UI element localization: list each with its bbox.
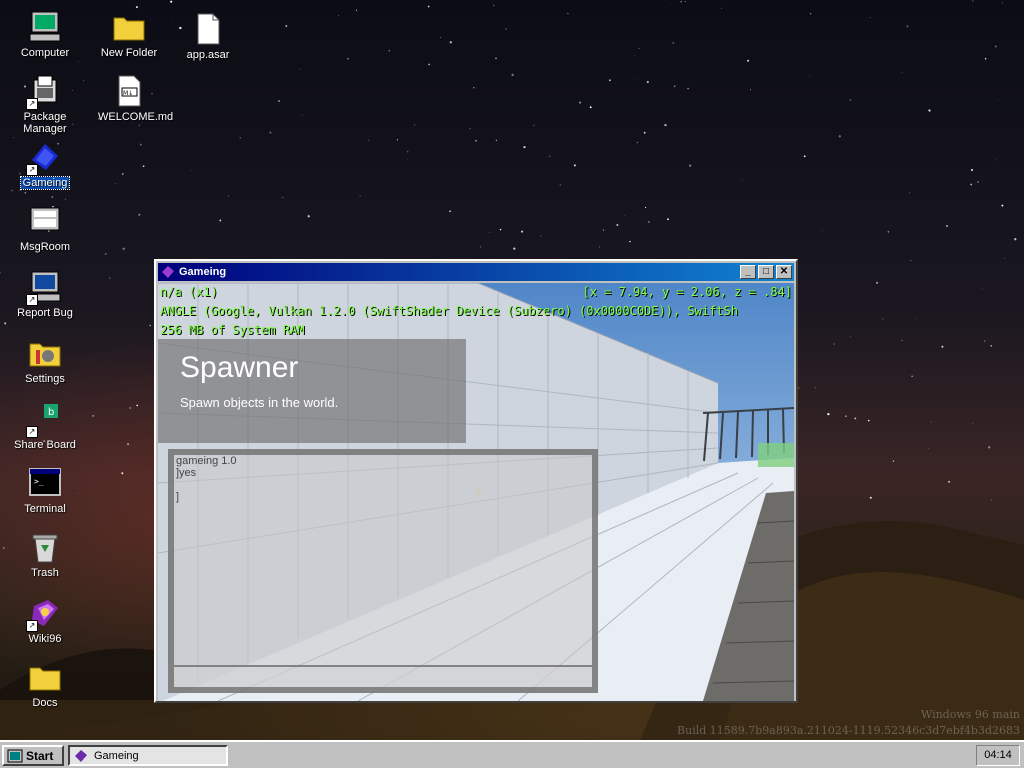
desktop-icon-label: MsgRoom — [19, 241, 71, 253]
renderer-label: n/a (x1) — [160, 285, 218, 299]
desktop-icon-gameing[interactable]: ↗ Gameing — [7, 140, 83, 190]
desktop-icon-app-asar[interactable]: app.asar — [170, 12, 246, 61]
window-title: Gameing — [179, 266, 227, 278]
desktop-icon-label: Computer — [20, 47, 70, 59]
gameing-window[interactable]: Gameing _ □ ✕ n/a (x1) [x = 7.94, y = 2.… — [154, 259, 798, 703]
file-icon — [191, 12, 225, 46]
shortcut-arrow-icon: ↗ — [26, 426, 38, 438]
settings-icon — [28, 336, 62, 370]
desktop-icon-label: Package Manager — [23, 111, 67, 135]
gpu-info: ANGLE (Google, Vulkan 1.2.0 (SwiftShader… — [160, 304, 738, 318]
taskbar: Start Gameing 04:14 — [0, 740, 1024, 768]
gameing-app-icon — [75, 749, 87, 762]
desktop-icon-label: app.asar — [186, 49, 230, 61]
msgroom-icon — [28, 204, 62, 238]
spawner-subtitle: Spawn objects in the world. — [180, 395, 339, 410]
desktop-icon-terminal[interactable]: >_ Terminal — [7, 466, 83, 515]
maximize-button[interactable]: □ — [758, 265, 774, 279]
desktop-icon-label: Terminal — [24, 503, 66, 515]
folder-icon — [112, 10, 146, 44]
memory-info: 256 MB of System RAM — [160, 323, 305, 337]
console-line: ] — [176, 491, 180, 503]
game-viewport[interactable]: n/a (x1) [x = 7.94, y = 2.06, z = .84] A… — [158, 283, 794, 701]
desktop-icon-msgroom[interactable]: MsgRoom — [7, 204, 83, 253]
spawner-panel[interactable]: Spawner Spawn objects in the world. — [158, 339, 466, 443]
start-button[interactable]: Start — [2, 745, 64, 766]
svg-text:>_: >_ — [34, 477, 44, 486]
taskbar-item-gameing[interactable]: Gameing — [68, 745, 228, 766]
console-panel[interactable]: gameing 1.0 ]yes ] — [168, 449, 598, 693]
taskbar-item-label: Gameing — [94, 749, 139, 762]
desktop-icon-computer[interactable]: Computer — [7, 10, 83, 59]
desktop-icon-label: Trash — [31, 567, 59, 579]
shortcut-arrow-icon: ↗ — [26, 620, 38, 632]
desktop-icon-docs[interactable]: Docs — [7, 660, 83, 709]
wiki-icon: ↗ — [26, 596, 62, 632]
desktop-icon-report-bug[interactable]: ↗ Report Bug — [7, 270, 83, 319]
console-input[interactable] — [174, 665, 592, 687]
desktop-icon-label: Wiki96 — [28, 633, 62, 645]
computer-icon — [28, 10, 62, 44]
coordinates-readout: [x = 7.94, y = 2.06, z = .84] — [582, 285, 792, 299]
desktop-icon-label: Share Board — [14, 439, 76, 451]
package-manager-icon: ↗ — [26, 74, 62, 110]
desktop-icon-share-board[interactable]: b ↗ Share Board — [7, 402, 83, 451]
shortcut-arrow-icon: ↗ — [26, 98, 38, 110]
desktop-icon-trash[interactable]: Trash — [7, 530, 83, 579]
desktop-icon-label: WELCOME.md — [98, 111, 174, 123]
desktop-icon-new-folder[interactable]: New Folder — [91, 10, 167, 59]
shortcut-arrow-icon: ↗ — [26, 164, 38, 176]
desktop-icon-wiki96[interactable]: ↗ Wiki96 — [7, 596, 83, 645]
window-titlebar[interactable]: Gameing _ □ ✕ — [158, 263, 794, 281]
share-board-icon: b ↗ — [26, 402, 62, 438]
spawner-heading: Spawner — [180, 351, 299, 384]
gameing-icon: ↗ — [26, 140, 62, 176]
desktop-icon-welcome-md[interactable]: M↓ WELCOME.md — [91, 74, 174, 123]
start-label: Start — [26, 748, 54, 763]
close-button[interactable]: ✕ — [776, 265, 792, 279]
markdown-file-icon: M↓ — [112, 74, 146, 108]
minimize-button[interactable]: _ — [740, 265, 756, 279]
gameing-app-icon — [162, 266, 174, 278]
desktop-icon-label: Settings — [25, 373, 65, 385]
folder-icon — [28, 660, 62, 694]
svg-text:M↓: M↓ — [123, 90, 133, 97]
os-build-watermark: Build 11589.7b9a893a.211024-1119.52346c3… — [677, 724, 1020, 737]
os-version-watermark: Windows 96 main — [920, 708, 1020, 721]
start-logo-icon — [7, 749, 23, 762]
desktop-icon-package-manager[interactable]: ↗ Package Manager — [7, 74, 83, 135]
desktop-icon-label: Docs — [32, 697, 58, 709]
shortcut-arrow-icon: ↗ — [26, 294, 38, 306]
svg-text:b: b — [48, 407, 54, 418]
report-bug-icon: ↗ — [26, 270, 62, 306]
terminal-icon: >_ — [28, 466, 62, 500]
desktop-icon-label: Gameing — [19, 176, 71, 190]
trash-icon — [28, 530, 62, 564]
desktop-icon-label: Report Bug — [17, 307, 73, 319]
desktop-icon-label: New Folder — [100, 47, 158, 59]
system-clock[interactable]: 04:14 — [976, 745, 1020, 766]
console-line: gameing 1.0 — [176, 455, 237, 467]
desktop-icon-settings[interactable]: Settings — [7, 336, 83, 385]
console-line: ]yes — [176, 467, 197, 479]
